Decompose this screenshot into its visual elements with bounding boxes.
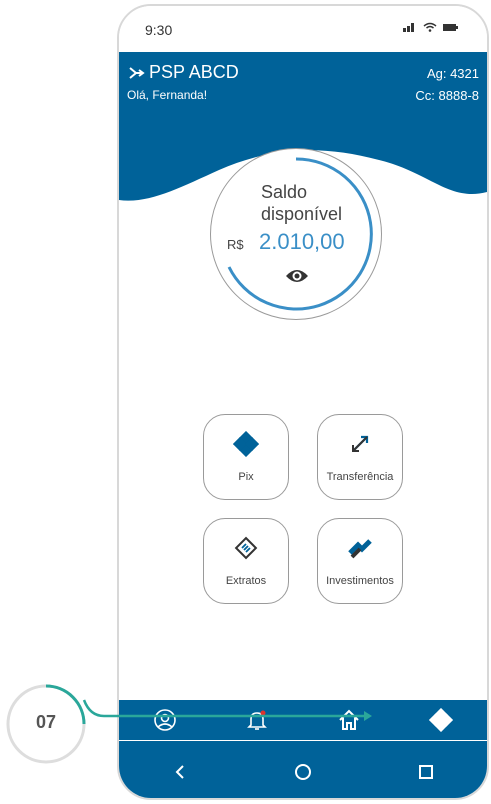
transfer-icon — [352, 435, 369, 452]
statements-button[interactable]: Extratos — [203, 518, 289, 604]
step-number: 07 — [35, 712, 57, 732]
nav-notifications[interactable] — [237, 702, 277, 738]
pix-label: Pix — [238, 471, 254, 483]
logo-icon — [129, 66, 145, 79]
account-number: Cc: 8888-8 — [415, 88, 479, 103]
balance-currency: R$ — [227, 237, 244, 252]
balance-label-line1: Saldo — [261, 182, 308, 202]
status-bar: 9:30 — [119, 6, 487, 53]
recents-icon — [418, 764, 433, 779]
investments-icon — [348, 539, 372, 559]
balance-card: Saldo disponível R$ 2.010,00 — [210, 148, 382, 320]
wifi-icon — [423, 22, 437, 32]
pix-icon — [429, 708, 453, 732]
transfer-label: Transferência — [326, 471, 394, 483]
status-time: 9:30 — [145, 22, 173, 38]
battery-icon — [443, 24, 458, 31]
sys-back-button[interactable] — [160, 754, 200, 790]
eye-icon[interactable] — [285, 267, 309, 290]
sys-home-button[interactable] — [283, 754, 323, 790]
bell-icon — [247, 710, 267, 730]
profile-icon — [154, 709, 176, 731]
statements-label: Extratos — [225, 575, 267, 587]
nav-home[interactable] — [329, 702, 369, 738]
bottom-nav — [119, 700, 487, 740]
home-circle-icon — [294, 763, 311, 780]
balance-value: 2.010,00 — [259, 229, 345, 254]
balance-label-line2: disponível — [261, 204, 343, 224]
system-nav — [119, 741, 487, 798]
step-indicator: 07 — [4, 682, 88, 766]
transfer-button[interactable]: Transferência — [317, 414, 403, 500]
sys-recents-button[interactable] — [406, 754, 446, 790]
back-icon — [175, 764, 185, 779]
nav-pix[interactable] — [421, 702, 461, 738]
investments-button[interactable]: Investimentos — [317, 518, 403, 604]
pix-icon — [233, 431, 259, 457]
balance-label: Saldo disponível — [261, 181, 342, 225]
home-icon — [339, 709, 359, 730]
brand-name: PSP ABCD — [149, 62, 239, 82]
signal-icon — [403, 23, 414, 32]
status-icons — [403, 22, 459, 32]
brand: PSP ABCD — [127, 62, 239, 83]
statement-icon — [234, 536, 258, 560]
greeting: Olá, Fernanda! — [127, 88, 208, 102]
agency-number: Ag: 4321 — [426, 66, 479, 81]
pix-button[interactable]: Pix — [203, 414, 289, 500]
investments-label: Investimentos — [326, 575, 394, 587]
nav-profile[interactable] — [145, 702, 185, 738]
phone-frame: 9:30 PSP ABCD Olá, Fernanda! Ag: 4321 Cc… — [117, 4, 489, 800]
